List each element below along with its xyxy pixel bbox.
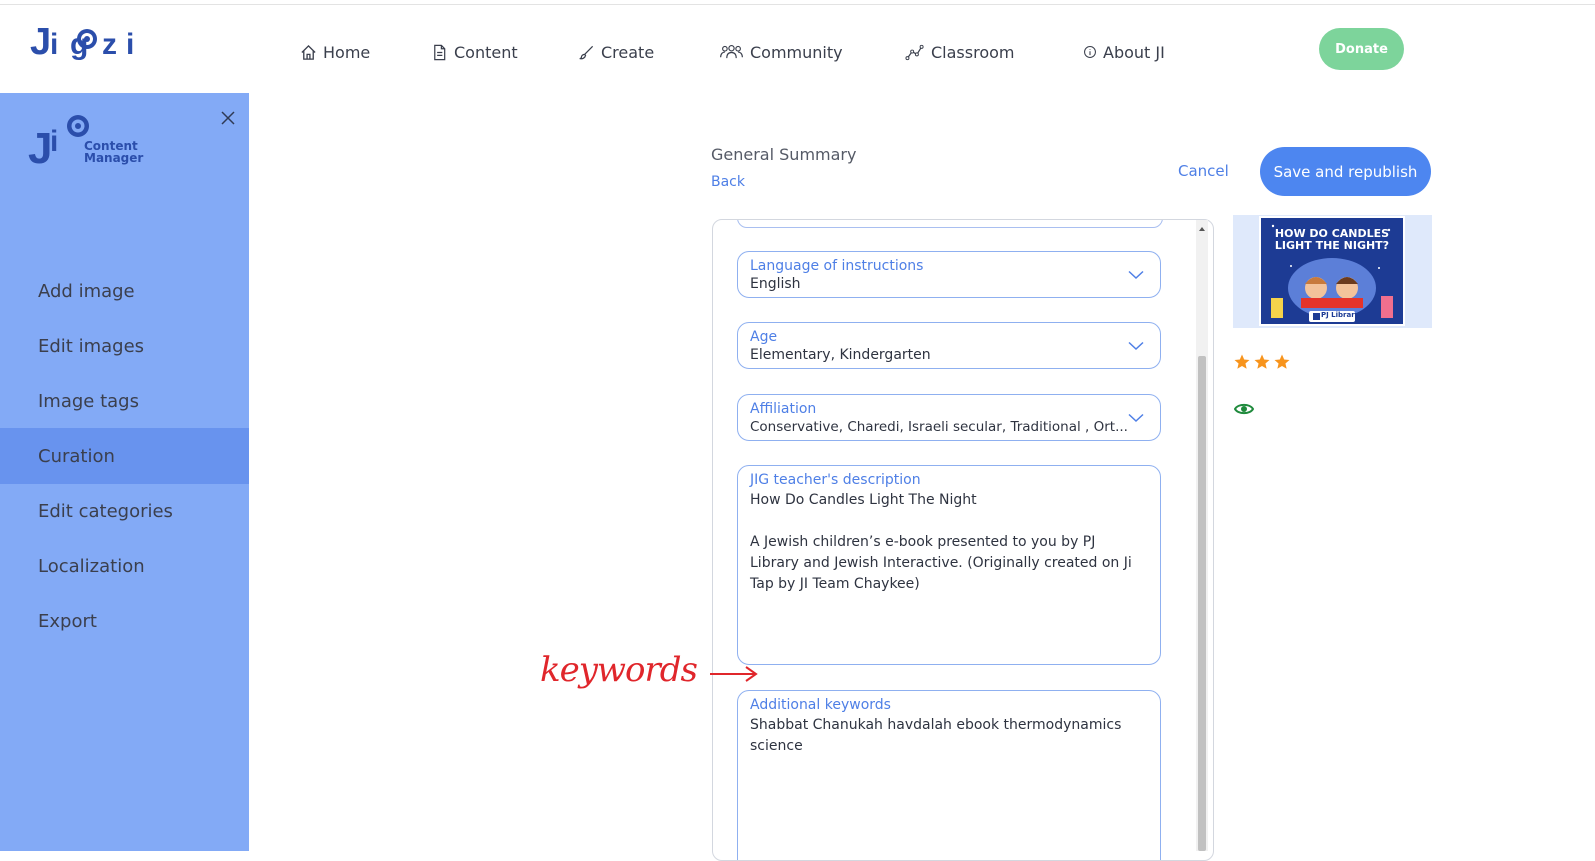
language-label: Language of instructions: [750, 258, 924, 274]
eye-icon[interactable]: [1234, 401, 1254, 417]
affiliation-select[interactable]: Affiliation Conservative, Charedi, Israe…: [737, 394, 1161, 441]
svg-text:i: i: [126, 28, 134, 61]
cancel-button[interactable]: Cancel: [1178, 162, 1229, 180]
age-value: Elementary, Kindergarten: [750, 347, 931, 363]
donate-button[interactable]: Donate: [1319, 28, 1404, 70]
document-icon: [434, 44, 446, 60]
svg-text:g: g: [70, 28, 88, 61]
arrow-icon: [710, 666, 758, 682]
top-border: [0, 4, 1595, 5]
language-select[interactable]: Language of instructions English: [737, 251, 1161, 298]
sidebar-item-localization[interactable]: Localization: [0, 538, 249, 594]
description-value: How Do Candles Light The Night A Jewish …: [750, 492, 1132, 592]
handwritten-annotation: keywords: [540, 650, 760, 708]
svg-text:i: i: [50, 125, 58, 158]
thumbnail-frame: HOW DO CANDLES LIGHT THE NIGHT? PJ Libra…: [1233, 215, 1432, 328]
back-link[interactable]: Back: [711, 174, 745, 190]
sidebar-item-add-image[interactable]: Add image: [0, 263, 249, 319]
sidebar-item-edit-images[interactable]: Edit images: [0, 318, 249, 374]
page-title: General Summary: [711, 145, 857, 164]
language-value: English: [750, 276, 801, 292]
age-select[interactable]: Age Elementary, Kindergarten: [737, 322, 1161, 369]
svg-text:z: z: [102, 28, 117, 61]
affiliation-label: Affiliation: [750, 401, 817, 417]
sidebar-item-curation[interactable]: Curation: [0, 428, 249, 484]
annotation-text: keywords: [540, 650, 698, 690]
nav-create[interactable]: Create: [578, 40, 654, 64]
scrollbar-thumb[interactable]: [1198, 356, 1206, 851]
sidebar-item-image-tags[interactable]: Image tags: [0, 373, 249, 429]
nav-content[interactable]: Content: [431, 40, 518, 64]
thumbnail-publisher: PJ Library: [1321, 311, 1360, 319]
previous-field-edge: [737, 220, 1163, 228]
chevron-down-icon[interactable]: [1128, 413, 1144, 423]
teacher-description-textarea[interactable]: JIG teacher's description How Do Candles…: [737, 465, 1161, 665]
nav-about[interactable]: About JI: [1083, 40, 1165, 64]
rating-stars: [1233, 353, 1291, 371]
sidebar-item-export[interactable]: Export: [0, 593, 249, 649]
nav-classroom-label: Classroom: [931, 42, 1015, 62]
brush-icon: [579, 45, 594, 59]
description-label: JIG teacher's description: [750, 472, 921, 488]
keywords-label: Additional keywords: [750, 697, 891, 713]
star-icon: [1234, 354, 1250, 369]
keywords-value: Shabbat Chanukah havdalah ebook thermody…: [750, 717, 1126, 754]
people-icon: [720, 44, 743, 58]
jigzi-logo[interactable]: J i g z i: [30, 22, 148, 66]
close-icon[interactable]: [220, 110, 236, 126]
nav-create-label: Create: [601, 42, 655, 62]
chevron-down-icon[interactable]: [1128, 341, 1144, 351]
save-and-republish-button[interactable]: Save and republish: [1260, 147, 1431, 196]
sidebar-item-edit-categories[interactable]: Edit categories: [0, 483, 249, 539]
age-label: Age: [750, 329, 778, 345]
form-panel: Language of instructions English Age Ele…: [712, 219, 1214, 861]
home-icon: [301, 44, 316, 60]
content-manager-label: Content Manager: [84, 140, 143, 164]
affiliation-value: Conservative, Charedi, Israeli secular, …: [750, 419, 1128, 435]
scroll-up-arrow-icon[interactable]: [1196, 224, 1208, 234]
chart-line-icon: [905, 44, 924, 60]
additional-keywords-textarea[interactable]: Additional keywords Shabbat Chanukah hav…: [737, 690, 1161, 860]
sidebar: J i Content Manager Add image Edit image…: [0, 93, 249, 851]
star-icon: [1274, 354, 1290, 369]
nav-home[interactable]: Home: [300, 40, 370, 64]
star-icon: [1254, 354, 1270, 369]
nav-home-label: Home: [323, 42, 371, 62]
cm-line2: Manager: [84, 151, 144, 165]
nav-classroom[interactable]: Classroom: [905, 40, 1014, 64]
nav-community-label: Community: [750, 42, 843, 62]
ebook-thumbnail[interactable]: HOW DO CANDLES LIGHT THE NIGHT? PJ Libra…: [1259, 216, 1405, 326]
nav-about-label: About JI: [1103, 42, 1165, 62]
svg-text:J: J: [28, 124, 52, 173]
chevron-down-icon[interactable]: [1128, 270, 1144, 280]
svg-text:i: i: [50, 28, 58, 61]
thumbnail-title: HOW DO CANDLES LIGHT THE NIGHT?: [1274, 227, 1390, 252]
svg-text:J: J: [30, 22, 50, 63]
info-icon: [1084, 46, 1096, 58]
nav-content-label: Content: [454, 42, 518, 62]
nav-community[interactable]: Community: [719, 40, 843, 64]
